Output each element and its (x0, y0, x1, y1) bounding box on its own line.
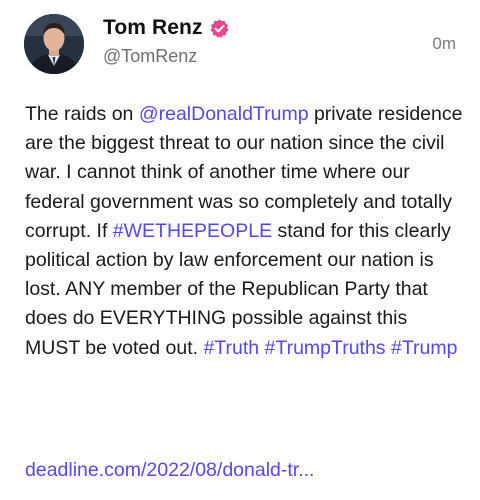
post-timestamp[interactable]: 0m (432, 34, 456, 54)
avatar[interactable] (24, 14, 84, 74)
author-row: Tom Renz (103, 16, 230, 40)
post-body: The raids on @realDonaldTrump private re… (25, 100, 465, 363)
external-link[interactable]: deadline.com/2022/08/donald-tr... (25, 459, 314, 481)
post-card: Tom Renz @TomRenz 0m The raids on @realD… (0, 0, 480, 500)
post-text: The raids on (25, 103, 139, 125)
avatar-photo (24, 14, 84, 74)
author-handle[interactable]: @TomRenz (103, 46, 197, 67)
hashtag-link[interactable]: #TrumpTruths (265, 337, 386, 359)
hashtag-link[interactable]: #Truth (203, 337, 259, 359)
author-name[interactable]: Tom Renz (103, 16, 203, 40)
external-link-row: deadline.com/2022/08/donald-tr... (25, 456, 314, 485)
verified-badge-icon (209, 18, 230, 39)
hashtag-link[interactable]: #WETHEPEOPLE (113, 220, 272, 242)
hashtag-link[interactable]: #Trump (391, 337, 457, 359)
mention-link[interactable]: @realDonaldTrump (139, 103, 309, 125)
